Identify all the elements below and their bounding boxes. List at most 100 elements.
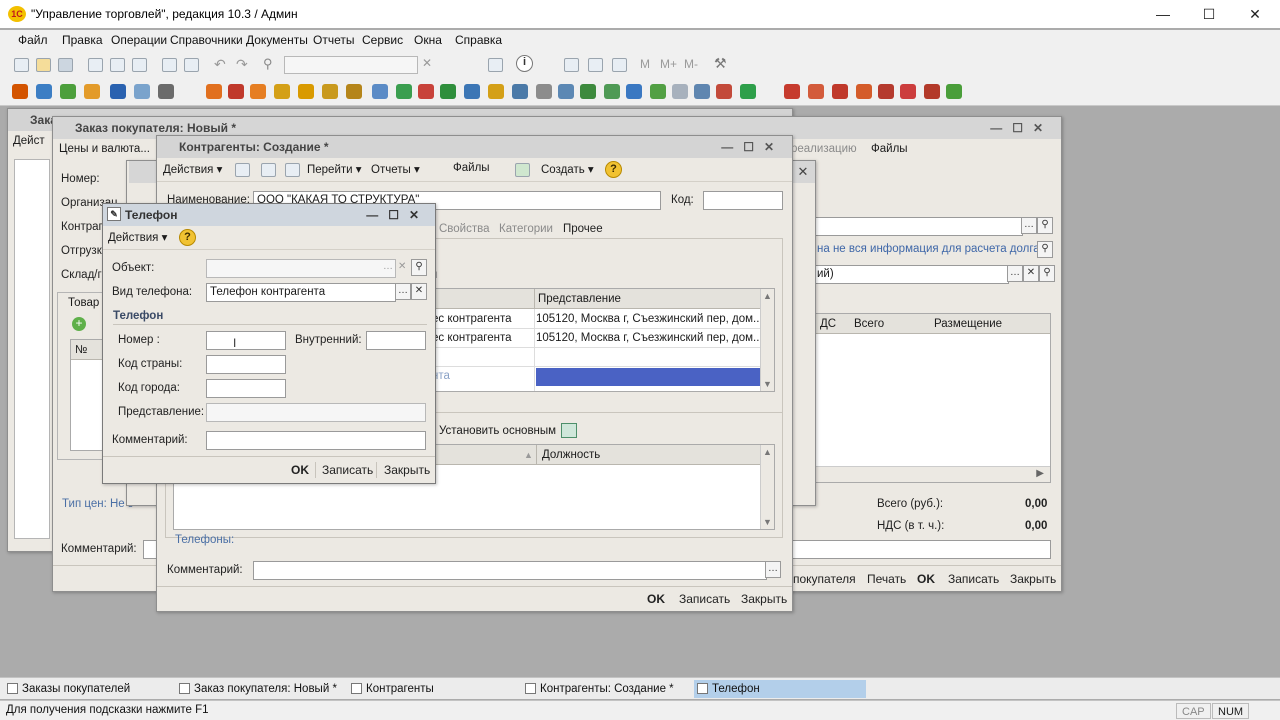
calculator-icon[interactable] <box>612 58 627 72</box>
counterparty-add-icon[interactable] <box>235 163 250 177</box>
return-icon[interactable] <box>440 84 456 99</box>
phone-country-field[interactable] <box>206 355 286 374</box>
close-button[interactable]: ✕ <box>1232 2 1278 26</box>
calc-m-button[interactable]: M <box>640 57 650 71</box>
order-right-field[interactable]: ий) <box>813 265 1009 284</box>
tab-other[interactable]: Прочее <box>563 223 603 235</box>
orders-icon[interactable] <box>206 84 222 99</box>
info-icon[interactable]: i <box>516 55 533 72</box>
inventory-icon[interactable] <box>464 84 480 99</box>
task-phone[interactable]: Телефон <box>694 680 866 698</box>
order-print-button[interactable]: Печать <box>867 572 906 586</box>
address-selected-cell[interactable] <box>536 368 760 386</box>
calc-icon[interactable] <box>536 84 552 99</box>
phone-object-search-icon[interactable]: ⚲ <box>411 259 427 276</box>
address-vscroll[interactable]: ▲ ▼ <box>760 289 774 391</box>
order-goods-grid-right[interactable]: ДС Всего Размещение ▶ <box>793 313 1051 483</box>
transfer-icon[interactable] <box>372 84 388 99</box>
menu-edit[interactable]: Правка <box>62 33 103 47</box>
events-icon[interactable] <box>626 84 642 99</box>
counterparty-save-button[interactable]: Записать <box>679 592 730 606</box>
filter-icon[interactable] <box>856 84 872 99</box>
copy-icon[interactable] <box>110 58 125 72</box>
counterparty-window-controls[interactable]: —☐✕ <box>721 136 784 158</box>
search-icon[interactable]: ⚲ <box>263 56 273 72</box>
order-debt-search-icon[interactable]: ⚲ <box>1037 241 1053 258</box>
contacts-scroll-down-icon[interactable]: ▼ <box>763 517 772 527</box>
maximize-button[interactable]: ☐ <box>1186 2 1232 26</box>
counterparty-help-icon[interactable]: ? <box>605 161 622 178</box>
reserve-icon[interactable] <box>488 84 504 99</box>
open-folder-icon[interactable] <box>36 58 51 72</box>
counterparty-ok-button[interactable]: OK <box>647 592 665 606</box>
users-icon[interactable] <box>110 84 126 99</box>
order-right-clear-icon[interactable]: ✕ <box>1023 265 1039 282</box>
history-icon[interactable] <box>924 84 940 99</box>
phone-window-controls[interactable]: —☐✕ <box>366 204 429 226</box>
counterparty-code-field[interactable] <box>703 191 783 210</box>
phone-city-field[interactable] <box>206 379 286 398</box>
menu-help[interactable]: Справка <box>455 33 502 47</box>
cut-icon[interactable] <box>88 58 103 72</box>
invoices-icon[interactable] <box>228 84 244 99</box>
order-contract-field[interactable] <box>813 217 1023 236</box>
menu-file[interactable]: Файл <box>18 33 48 47</box>
order-contract-search-icon[interactable]: ⚲ <box>1037 217 1053 234</box>
clear-search-icon[interactable]: ✕ <box>422 56 432 70</box>
documents-icon[interactable] <box>36 84 52 99</box>
counterparty-goto-icon[interactable] <box>285 163 300 177</box>
order-window-controls[interactable]: —☐✕ <box>990 117 1053 139</box>
print-preview-icon[interactable] <box>184 58 199 72</box>
tab-properties[interactable]: Свойства <box>439 223 490 235</box>
paste-icon[interactable] <box>132 58 147 72</box>
menu-operations[interactable]: Операции <box>111 33 167 47</box>
phone-help-icon[interactable]: ? <box>179 229 196 246</box>
counterparty-reports-menu[interactable]: Отчеты ▾ <box>371 162 420 176</box>
order-right-select-icon[interactable]: … <box>1007 265 1023 282</box>
phone-close-button[interactable]: Закрыть <box>384 463 430 477</box>
intermediate-close-icon[interactable]: ✕ <box>791 161 815 183</box>
counterparty-comment-select-icon[interactable]: … <box>765 561 781 578</box>
contacts-vscroll[interactable]: ▲ ▼ <box>760 445 774 529</box>
tools-icon[interactable]: ⚒ <box>714 55 727 72</box>
menu-documents[interactable]: Документы <box>246 33 308 47</box>
orders-list-grid[interactable] <box>14 159 50 539</box>
warehouse-icon[interactable] <box>84 84 100 99</box>
export-icon[interactable] <box>740 84 756 99</box>
phone-comment-field[interactable] <box>206 431 426 450</box>
menu-windows[interactable]: Окна <box>414 33 442 47</box>
move-icon[interactable] <box>396 84 412 99</box>
new-document-icon[interactable] <box>14 58 29 72</box>
order-ok-button[interactable]: OK <box>917 572 935 586</box>
counterparty-actions-menu[interactable]: Действия ▾ <box>163 162 222 176</box>
bank-icon[interactable] <box>322 84 338 99</box>
minimize-button[interactable]: — <box>1140 2 1186 26</box>
counterparty-goto-menu[interactable]: Перейти ▾ <box>307 162 362 176</box>
order-price-type-link[interactable]: Тип цен: Не з <box>62 498 133 510</box>
counterparty-close-button[interactable]: Закрыть <box>741 592 787 606</box>
menu-catalogs[interactable]: Справочники <box>170 33 243 47</box>
tab-categories[interactable]: Категории <box>499 223 553 235</box>
order-right-search-icon[interactable]: ⚲ <box>1039 265 1055 282</box>
report-icon[interactable] <box>158 84 174 99</box>
counterparty-phones-link[interactable]: Телефоны: <box>175 534 234 546</box>
phone-save-button[interactable]: Записать <box>322 463 373 477</box>
phone-object-clear-icon[interactable]: ✕ <box>398 261 406 272</box>
add-row-icon[interactable]: + <box>72 317 86 331</box>
phone-icon[interactable] <box>580 84 596 99</box>
phone-repr-field[interactable] <box>206 403 426 422</box>
counterparty-address-grid[interactable]: Представление ес контрагента 105120, Мос… <box>427 288 775 392</box>
refresh-icon[interactable] <box>716 84 732 99</box>
sort-icon-small[interactable]: ▲ <box>524 445 533 465</box>
approve-icon[interactable] <box>946 84 962 99</box>
email-icon[interactable] <box>558 84 574 99</box>
phone-internal-field[interactable] <box>366 331 426 350</box>
order-contract-select-icon[interactable]: … <box>1021 217 1037 234</box>
writeoff-icon[interactable] <box>418 84 434 99</box>
money-icon[interactable] <box>346 84 362 99</box>
print-icon[interactable] <box>162 58 177 72</box>
counterparty-comment-field[interactable] <box>253 561 767 580</box>
phone-actions-menu[interactable]: Действия ▾ <box>108 230 167 244</box>
phone-ok-button[interactable]: OK <box>291 463 309 477</box>
notes-icon[interactable] <box>672 84 688 99</box>
